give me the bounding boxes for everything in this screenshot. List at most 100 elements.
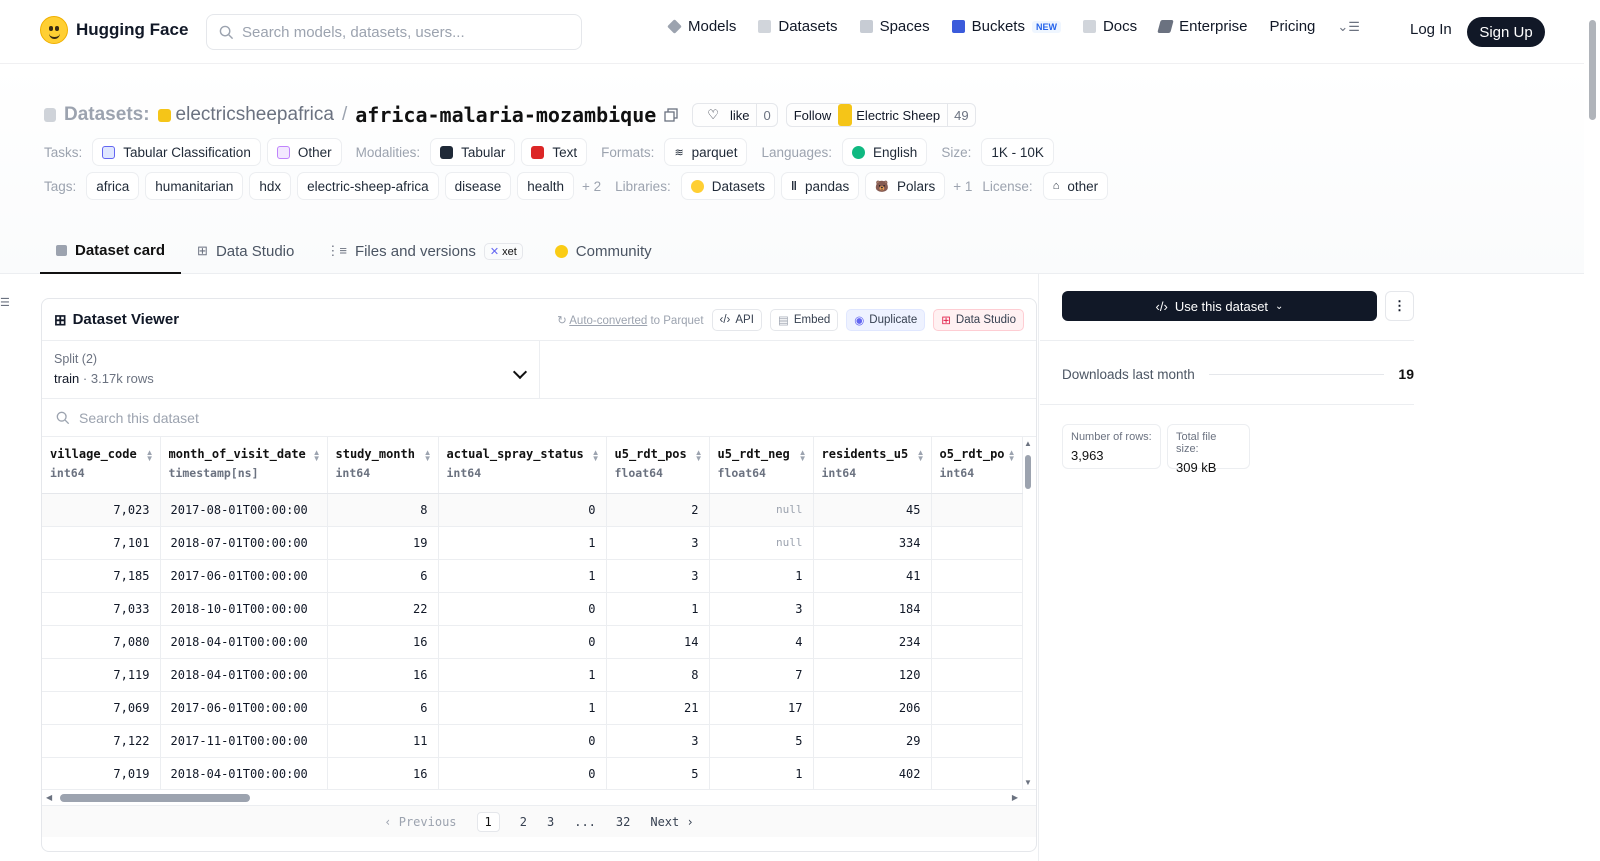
scroll-down-icon[interactable]: ▼ — [1024, 778, 1032, 787]
task-chip-other[interactable]: Other — [266, 138, 342, 166]
column-header[interactable]: residents_u5 int64 ▲ ▼ — [813, 437, 932, 494]
duplicate-button[interactable]: ◉ Duplicate — [846, 308, 926, 331]
task-chip-tabular-classification[interactable]: Tabular Classification — [92, 138, 261, 166]
datasets-crumb[interactable]: Datasets: — [64, 104, 150, 126]
vertical-scrollbar[interactable]: ▲ ▼ — [1022, 437, 1034, 789]
column-header[interactable]: u5_rdt_neg float64 ▲ ▼ — [709, 437, 814, 494]
dataset-search-input[interactable] — [79, 409, 479, 426]
modality-chip-tabular[interactable]: Tabular — [430, 138, 516, 166]
use-this-dataset-button[interactable]: ‹/› Use this dataset ⌄ — [1062, 291, 1377, 321]
libraries-more[interactable]: + 1 — [953, 179, 972, 194]
global-search-input[interactable] — [242, 23, 562, 41]
table-row[interactable]: 7,069 2017-06-01T00:00:00 6 1 21 17 206 — [42, 691, 1023, 725]
owner-link[interactable]: electricsheepafrica — [157, 104, 334, 126]
api-button[interactable]: ‹/› API — [711, 308, 762, 331]
data-studio-button[interactable]: ⊞ Data Studio — [933, 308, 1024, 331]
nav-enterprise[interactable]: Enterprise — [1157, 18, 1248, 35]
table-cell: 0 — [438, 757, 607, 789]
tag-chip[interactable]: africa — [86, 172, 140, 200]
follow-button[interactable]: Follow Electric Sheep 49 — [785, 103, 976, 127]
tag-chip[interactable]: humanitarian — [145, 172, 244, 200]
sort-icon[interactable]: ▲ ▼ — [799, 449, 807, 463]
tag-chip[interactable]: electric-sheep-africa — [297, 172, 439, 200]
api-label: API — [735, 313, 754, 326]
library-chip-pandas[interactable]: ǁ pandas — [780, 172, 860, 200]
dataset-search[interactable] — [42, 399, 1036, 437]
scroll-up-icon[interactable]: ▲ — [1024, 439, 1032, 448]
tab-community[interactable]: Community — [539, 228, 668, 274]
table-cell: 0 — [438, 625, 607, 659]
table-row[interactable]: 7,122 2017-11-01T00:00:00 11 0 3 5 29 — [42, 724, 1023, 758]
tags-more[interactable]: + 2 — [582, 179, 601, 194]
sort-icon[interactable]: ▲ ▼ — [424, 449, 432, 463]
column-header[interactable]: month_of_visit_date timestamp[ns] ▲ ▼ — [160, 437, 328, 494]
split-rows: 3.17k rows — [90, 371, 154, 386]
auto-converted-link[interactable]: Auto-converted — [569, 315, 647, 327]
horizontal-scrollbar[interactable]: ◀ ▶ — [42, 789, 1036, 805]
globe-icon — [852, 145, 866, 159]
modality-chip-text[interactable]: Text — [521, 138, 588, 166]
column-header[interactable]: study_month int64 ▲ ▼ — [327, 437, 439, 494]
table-cell: 7,019 — [42, 757, 161, 789]
like-button[interactable]: ♡ like 0 — [692, 103, 778, 127]
library-chip-polars[interactable]: 🐻 Polars — [865, 172, 946, 200]
page-3-button[interactable]: 3 — [547, 815, 554, 829]
previous-page-button[interactable]: ‹ Previous — [384, 815, 456, 829]
login-link[interactable]: Log In — [1410, 21, 1452, 38]
sort-icon[interactable]: ▲ ▼ — [1008, 449, 1016, 463]
table-row[interactable]: 7,185 2017-06-01T00:00:00 6 1 3 1 41 — [42, 559, 1023, 593]
sort-icon[interactable]: ▲ ▼ — [695, 449, 703, 463]
embed-button[interactable]: ▤ Embed — [769, 308, 839, 331]
table-row[interactable]: 7,119 2018-04-01T00:00:00 16 1 8 7 120 — [42, 658, 1023, 692]
column-header[interactable]: village_code int64 ▲ ▼ — [42, 437, 161, 494]
nav-pricing[interactable]: Pricing — [1270, 18, 1316, 35]
page-scroll-thumb[interactable] — [1589, 20, 1596, 120]
nav-spaces[interactable]: Spaces — [859, 18, 930, 35]
sort-icon[interactable]: ▲ ▼ — [146, 449, 154, 463]
format-chip-parquet[interactable]: ≋ parquet — [664, 138, 748, 166]
size-chip[interactable]: 1K - 10K — [981, 138, 1054, 166]
more-options-button[interactable]: ⋮ — [1385, 291, 1414, 321]
sort-icon[interactable]: ▲ ▼ — [313, 449, 321, 463]
page-1-button[interactable]: 1 — [476, 811, 500, 832]
sort-icon[interactable]: ▲ ▼ — [592, 449, 600, 463]
brand-logo[interactable]: Hugging Face — [40, 16, 188, 44]
license-chip[interactable]: ⌂ other — [1042, 172, 1109, 200]
nav-datasets[interactable]: Datasets — [758, 18, 838, 35]
tab-files-and-versions[interactable]: ⋮≡ Files and versions ✕ xet — [310, 228, 538, 274]
nav-more-menu[interactable]: ⌄☰ — [1337, 19, 1360, 35]
tab-data-studio[interactable]: ⊞ Data Studio — [181, 228, 310, 274]
scroll-left-icon[interactable]: ◀ — [46, 793, 52, 802]
nav-docs[interactable]: Docs — [1082, 18, 1137, 35]
table-row[interactable]: 7,033 2018-10-01T00:00:00 22 0 1 3 184 — [42, 592, 1023, 626]
horizontal-scroll-thumb[interactable] — [60, 794, 250, 802]
next-page-button[interactable]: Next › — [650, 815, 693, 829]
column-header[interactable]: actual_spray_status int64 ▲ ▼ — [438, 437, 607, 494]
nav-buckets[interactable]: Buckets NEW — [951, 18, 1061, 35]
table-row[interactable]: 7,019 2018-04-01T00:00:00 16 0 5 1 402 — [42, 757, 1023, 789]
copy-icon[interactable] — [664, 108, 678, 122]
table-row[interactable]: 7,101 2018-07-01T00:00:00 19 1 3 null 334 — [42, 526, 1023, 560]
page-scrollbar[interactable] — [1584, 0, 1600, 861]
scroll-right-icon[interactable]: ▶ — [1012, 793, 1018, 802]
nav-models[interactable]: Models — [667, 18, 736, 35]
table-row[interactable]: 7,023 2017-08-01T00:00:00 8 0 2 null 45 — [42, 493, 1023, 527]
table-row[interactable]: 7,080 2018-04-01T00:00:00 16 0 14 4 234 — [42, 625, 1023, 659]
side-menu-icon[interactable]: ☰ — [0, 296, 10, 309]
tab-dataset-card[interactable]: Dataset card — [40, 228, 182, 274]
language-chip-english[interactable]: English — [842, 138, 928, 166]
vertical-scroll-thumb[interactable] — [1025, 455, 1031, 489]
library-chip-datasets[interactable]: Datasets — [680, 172, 775, 200]
column-header[interactable]: o5_rdt_po int64 ▲ ▼ — [931, 437, 1023, 494]
global-search[interactable] — [206, 14, 582, 50]
column-header[interactable]: u5_rdt_pos float64 ▲ ▼ — [606, 437, 710, 494]
signup-button[interactable]: Sign Up — [1467, 17, 1545, 47]
tag-chip[interactable]: hdx — [249, 172, 292, 200]
tag-chip[interactable]: health — [517, 172, 575, 200]
nav-buckets-label: Buckets — [971, 18, 1025, 35]
sort-icon[interactable]: ▲ ▼ — [917, 449, 925, 463]
tag-chip[interactable]: disease — [444, 172, 512, 200]
page-2-button[interactable]: 2 — [520, 815, 527, 829]
split-selector[interactable]: Split (2) train · 3.17k rows — [42, 341, 540, 398]
page-32-button[interactable]: 32 — [616, 815, 630, 829]
